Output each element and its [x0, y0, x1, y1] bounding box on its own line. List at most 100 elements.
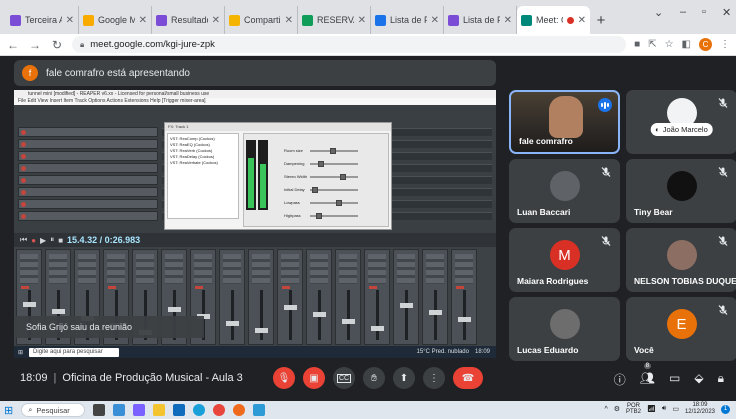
mic-toggle-button[interactable]: 🎙︎	[273, 367, 295, 389]
address-bar[interactable]: 🔒︎ meet.google.com/kgi-jure-zpk	[72, 36, 627, 53]
language-indicator[interactable]: POR PTB2	[626, 403, 641, 415]
leave-call-button[interactable]: ☎︎	[453, 367, 483, 389]
sidepanel-icon[interactable]: ◧	[682, 39, 691, 50]
channel-knobs[interactable]	[281, 254, 299, 284]
channel-fader-knob[interactable]	[23, 302, 36, 307]
channel-knobs[interactable]	[20, 254, 38, 284]
fx-slider-knob[interactable]	[336, 200, 342, 206]
channel-fader-knob[interactable]	[458, 317, 471, 322]
channel-knobs[interactable]	[194, 254, 212, 284]
channel-knobs[interactable]	[136, 254, 154, 284]
photos-icon[interactable]	[253, 404, 266, 416]
participant-tile[interactable]: ◐ João Marcelo	[626, 90, 736, 154]
channel-knobs[interactable]	[78, 254, 96, 284]
channel-fader-knob[interactable]	[52, 309, 65, 314]
fx-parameter-slider[interactable]: Dampening	[284, 161, 384, 167]
activities-icon[interactable]: ⬙	[694, 371, 703, 388]
fx-parameter-slider[interactable]: Initial Delay	[284, 187, 384, 193]
channel-knobs[interactable]	[252, 254, 270, 284]
browser-tab[interactable]: Meet: O ✕	[517, 6, 590, 34]
participant-tile[interactable]: NELSON TOBIAS DUQUE...	[626, 228, 736, 292]
fx-slider-knob[interactable]	[318, 161, 324, 167]
channel-knobs[interactable]	[165, 254, 183, 284]
browser-tab[interactable]: Resultados d ✕	[152, 6, 225, 34]
reload-icon[interactable]: ↻	[50, 38, 64, 52]
new-tab-button[interactable]: +	[590, 6, 612, 34]
tab-close-icon[interactable]: ✕	[431, 15, 439, 26]
battery-icon[interactable]: ▭	[672, 405, 679, 413]
chat-app-icon[interactable]	[133, 404, 146, 416]
edge-icon[interactable]	[193, 404, 206, 416]
taskbar-clock[interactable]: 18:09 12/12/2023	[685, 402, 715, 416]
tab-search-icon[interactable]: ⌄	[654, 6, 663, 19]
channel-knobs[interactable]	[455, 254, 473, 284]
maximize-icon[interactable]: ▫	[702, 6, 706, 18]
chat-icon[interactable]: ▭	[669, 371, 680, 388]
tab-close-icon[interactable]: ✕	[139, 15, 147, 26]
channel-fader-knob[interactable]	[226, 321, 239, 326]
camera-toggle-button[interactable]: ▣	[303, 367, 325, 389]
rewind-icon[interactable]: ⏮	[20, 235, 27, 245]
tab-close-icon[interactable]: ✕	[212, 15, 220, 26]
windows-start-icon[interactable]: ⊞	[4, 404, 13, 417]
channel-fader-knob[interactable]	[371, 326, 384, 331]
bookmark-star-icon[interactable]: ☆	[665, 39, 674, 50]
fx-parameter-slider[interactable]: Highpass	[284, 213, 384, 219]
present-button[interactable]: ⬆	[393, 367, 415, 389]
camera-indicator-icon[interactable]: ■	[634, 39, 640, 50]
chrome-menu-icon[interactable]: ⋮	[720, 39, 730, 50]
close-window-icon[interactable]: ✕	[722, 6, 731, 19]
raise-hand-button[interactable]: ✋︎	[363, 367, 385, 389]
channel-fader-knob[interactable]	[284, 305, 297, 310]
fx-slider-knob[interactable]	[330, 148, 336, 154]
channel-knobs[interactable]	[368, 254, 386, 284]
tray-app-icon[interactable]: ⚙︎	[614, 405, 620, 413]
channel-knobs[interactable]	[426, 254, 444, 284]
tab-close-icon[interactable]: ✕	[66, 15, 74, 26]
pause-icon[interactable]: ⏸	[50, 235, 54, 245]
browser-tab[interactable]: Terceira Aula ✕	[6, 6, 79, 34]
meeting-details-icon[interactable]: ⓘ	[614, 371, 626, 388]
record-icon[interactable]: ●	[31, 236, 36, 245]
forward-icon[interactable]: →	[28, 38, 42, 52]
host-controls-icon[interactable]: 🔒︎	[718, 371, 724, 388]
channel-fader-knob[interactable]	[313, 312, 326, 317]
channel-knobs[interactable]	[49, 254, 67, 284]
notification-badge[interactable]: 1	[721, 404, 730, 414]
fx-slider-knob[interactable]	[340, 174, 346, 180]
widgets-icon[interactable]	[113, 404, 126, 416]
tray-chevron-icon[interactable]: ^	[604, 406, 607, 413]
fx-parameter-slider[interactable]: Stereo Width	[284, 174, 384, 180]
browser-tab[interactable]: Google Meet ✕	[79, 6, 152, 34]
participant-tile[interactable]: Luan Baccari	[509, 159, 620, 223]
taskbar-search[interactable]: ⌕ Pesquisar	[21, 403, 86, 417]
share-icon[interactable]: ⇱	[648, 39, 656, 50]
task-view-icon[interactable]	[93, 404, 106, 416]
store-icon[interactable]	[173, 404, 186, 416]
wifi-icon[interactable]: 📶︎	[647, 405, 656, 413]
channel-fader-knob[interactable]	[168, 307, 181, 312]
participant-tile[interactable]: M Maiara Rodrigues	[509, 228, 620, 292]
participant-tile[interactable]: fale comrafro	[509, 90, 620, 154]
channel-knobs[interactable]	[339, 254, 357, 284]
captions-button[interactable]: CC	[333, 367, 355, 389]
channel-knobs[interactable]	[107, 254, 125, 284]
stop-icon[interactable]: ■	[58, 236, 63, 245]
participant-tile[interactable]: Lucas Eduardo	[509, 297, 620, 361]
tab-close-icon[interactable]: ✕	[358, 15, 366, 26]
profile-avatar[interactable]: C	[699, 38, 712, 51]
channel-knobs[interactable]	[310, 254, 328, 284]
channel-knobs[interactable]	[223, 254, 241, 284]
play-icon[interactable]: ▶	[40, 236, 46, 245]
participant-tile[interactable]: Tiny Bear	[626, 159, 736, 223]
tab-close-icon[interactable]: ✕	[285, 15, 293, 26]
browser-tab[interactable]: RESERVA DE ✕	[298, 6, 371, 34]
channel-fader-knob[interactable]	[255, 328, 268, 333]
browser-tab[interactable]: Compartilha ✕	[225, 6, 298, 34]
people-button[interactable]: 👥︎ 8	[640, 363, 655, 388]
fx-slider-knob[interactable]	[316, 213, 322, 219]
tab-close-icon[interactable]: ✕	[578, 15, 586, 26]
browser-tab[interactable]: Lista de Pres ✕	[371, 6, 444, 34]
fx-parameter-slider[interactable]: Room size	[284, 148, 384, 154]
browser-tab[interactable]: Lista de Pres ✕	[444, 6, 517, 34]
